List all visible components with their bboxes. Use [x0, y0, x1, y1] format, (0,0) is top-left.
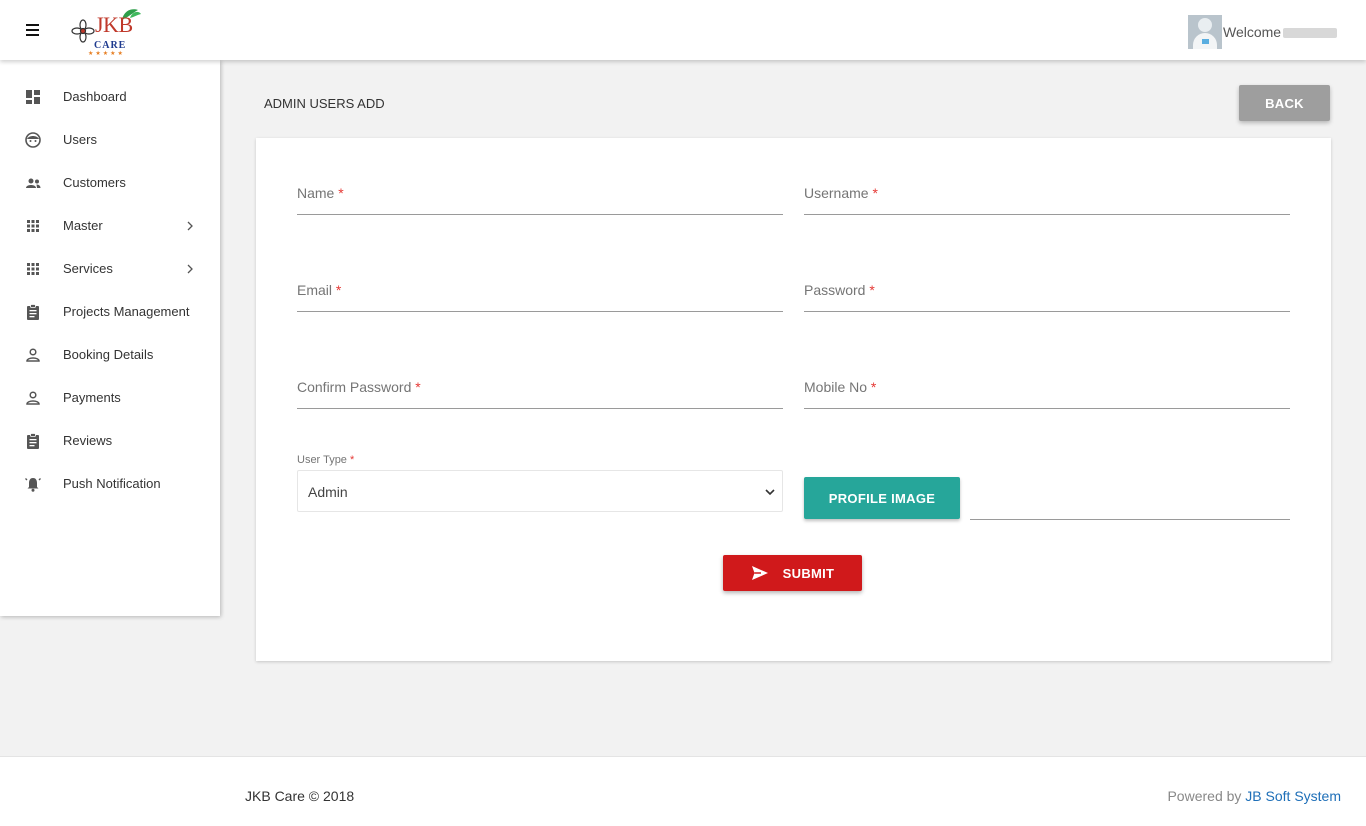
- password-input[interactable]: [804, 272, 1290, 311]
- sidebar-item-push-notification[interactable]: Push Notification: [0, 462, 220, 505]
- person-icon: [24, 389, 42, 407]
- sidebar-item-customers[interactable]: Customers: [0, 161, 220, 204]
- sidebar-item-label: Users: [63, 132, 97, 147]
- submit-button[interactable]: SUBMIT: [723, 555, 862, 591]
- grid-icon: [24, 260, 42, 278]
- sidebar-item-services[interactable]: Services: [0, 247, 220, 290]
- top-bar: JKB CARE ★★★★★ Welcome: [0, 0, 1366, 60]
- sidebar-item-label: Master: [63, 218, 103, 233]
- clipboard-icon: [24, 432, 42, 450]
- confirm-password-input[interactable]: [297, 369, 783, 408]
- sidebar-item-label: Payments: [63, 390, 121, 405]
- submit-label: SUBMIT: [782, 565, 835, 581]
- person-icon: [24, 346, 42, 364]
- sidebar-item-label: Push Notification: [63, 476, 161, 491]
- sidebar-item-booking-details[interactable]: Booking Details: [0, 333, 220, 376]
- confirm-password-field[interactable]: Confirm Password *: [297, 369, 783, 409]
- powered-by-prefix: Powered by: [1167, 788, 1242, 804]
- name-field[interactable]: Name *: [297, 175, 783, 215]
- username-input[interactable]: [804, 175, 1290, 214]
- chevron-down-icon: [765, 489, 775, 496]
- user-type-label: User Type *: [297, 454, 355, 466]
- sidebar-item-label: Projects Management: [63, 304, 190, 319]
- form-card: Name * Username * Email * Password * Con…: [256, 138, 1331, 661]
- clipboard-icon: [24, 303, 42, 321]
- welcome-text: Welcome: [1223, 24, 1338, 40]
- copyright-text: JKB Care © 2018: [245, 788, 355, 804]
- page-title: ADMIN USERS ADD: [264, 96, 385, 111]
- sidebar-item-payments[interactable]: Payments: [0, 376, 220, 419]
- user-menu[interactable]: Welcome: [1188, 14, 1338, 50]
- sidebar-item-label: Customers: [63, 175, 126, 190]
- sidebar-item-label: Booking Details: [63, 347, 154, 362]
- sidebar-item-label: Reviews: [63, 433, 113, 448]
- password-field[interactable]: Password *: [804, 272, 1290, 312]
- powered-by: Powered by JB Soft System: [1167, 788, 1341, 804]
- email-field[interactable]: Email *: [297, 272, 783, 312]
- powered-by-link[interactable]: JB Soft System: [1245, 788, 1341, 804]
- mobile-input[interactable]: [804, 369, 1290, 408]
- chevron-right-icon: [187, 221, 193, 230]
- bell-icon: [24, 475, 42, 493]
- menu-icon[interactable]: [26, 24, 39, 36]
- sidebar-item-users[interactable]: Users: [0, 118, 220, 161]
- sidebar-item-reviews[interactable]: Reviews: [0, 419, 220, 462]
- people-icon: [24, 174, 42, 192]
- sidebar-item-master[interactable]: Master: [0, 204, 220, 247]
- back-button[interactable]: BACK: [1239, 85, 1330, 121]
- dashboard-icon: [24, 88, 42, 106]
- face-icon: [24, 131, 42, 149]
- grid-icon: [24, 217, 42, 235]
- send-icon: [751, 564, 769, 582]
- user-type-select[interactable]: Admin: [297, 470, 783, 512]
- profile-image-button[interactable]: PROFILE IMAGE: [804, 477, 960, 519]
- logo-stars: ★★★★★: [88, 51, 125, 57]
- redacted-username: [1283, 28, 1338, 39]
- file-path-input[interactable]: [970, 518, 1290, 520]
- logo-flower-icon: [71, 19, 95, 43]
- mobile-field[interactable]: Mobile No *: [804, 369, 1290, 409]
- sidebar: Dashboard Users Customers Master Service…: [0, 60, 220, 616]
- avatar[interactable]: [1188, 15, 1222, 49]
- user-type-value: Admin: [308, 484, 348, 500]
- sidebar-item-projects-management[interactable]: Projects Management: [0, 290, 220, 333]
- email-input[interactable]: [297, 272, 783, 311]
- username-field[interactable]: Username *: [804, 175, 1290, 215]
- footer: JKB Care © 2018 Powered by JB Soft Syste…: [0, 756, 1366, 826]
- sidebar-item-dashboard[interactable]: Dashboard: [0, 75, 220, 118]
- name-input[interactable]: [297, 175, 783, 214]
- sidebar-item-label: Services: [63, 261, 113, 276]
- chevron-right-icon: [187, 264, 193, 273]
- logo-subtext: CARE: [94, 40, 127, 51]
- logo-text: JKB: [95, 12, 133, 37]
- sidebar-item-label: Dashboard: [63, 89, 127, 104]
- logo[interactable]: JKB CARE ★★★★★: [68, 6, 146, 58]
